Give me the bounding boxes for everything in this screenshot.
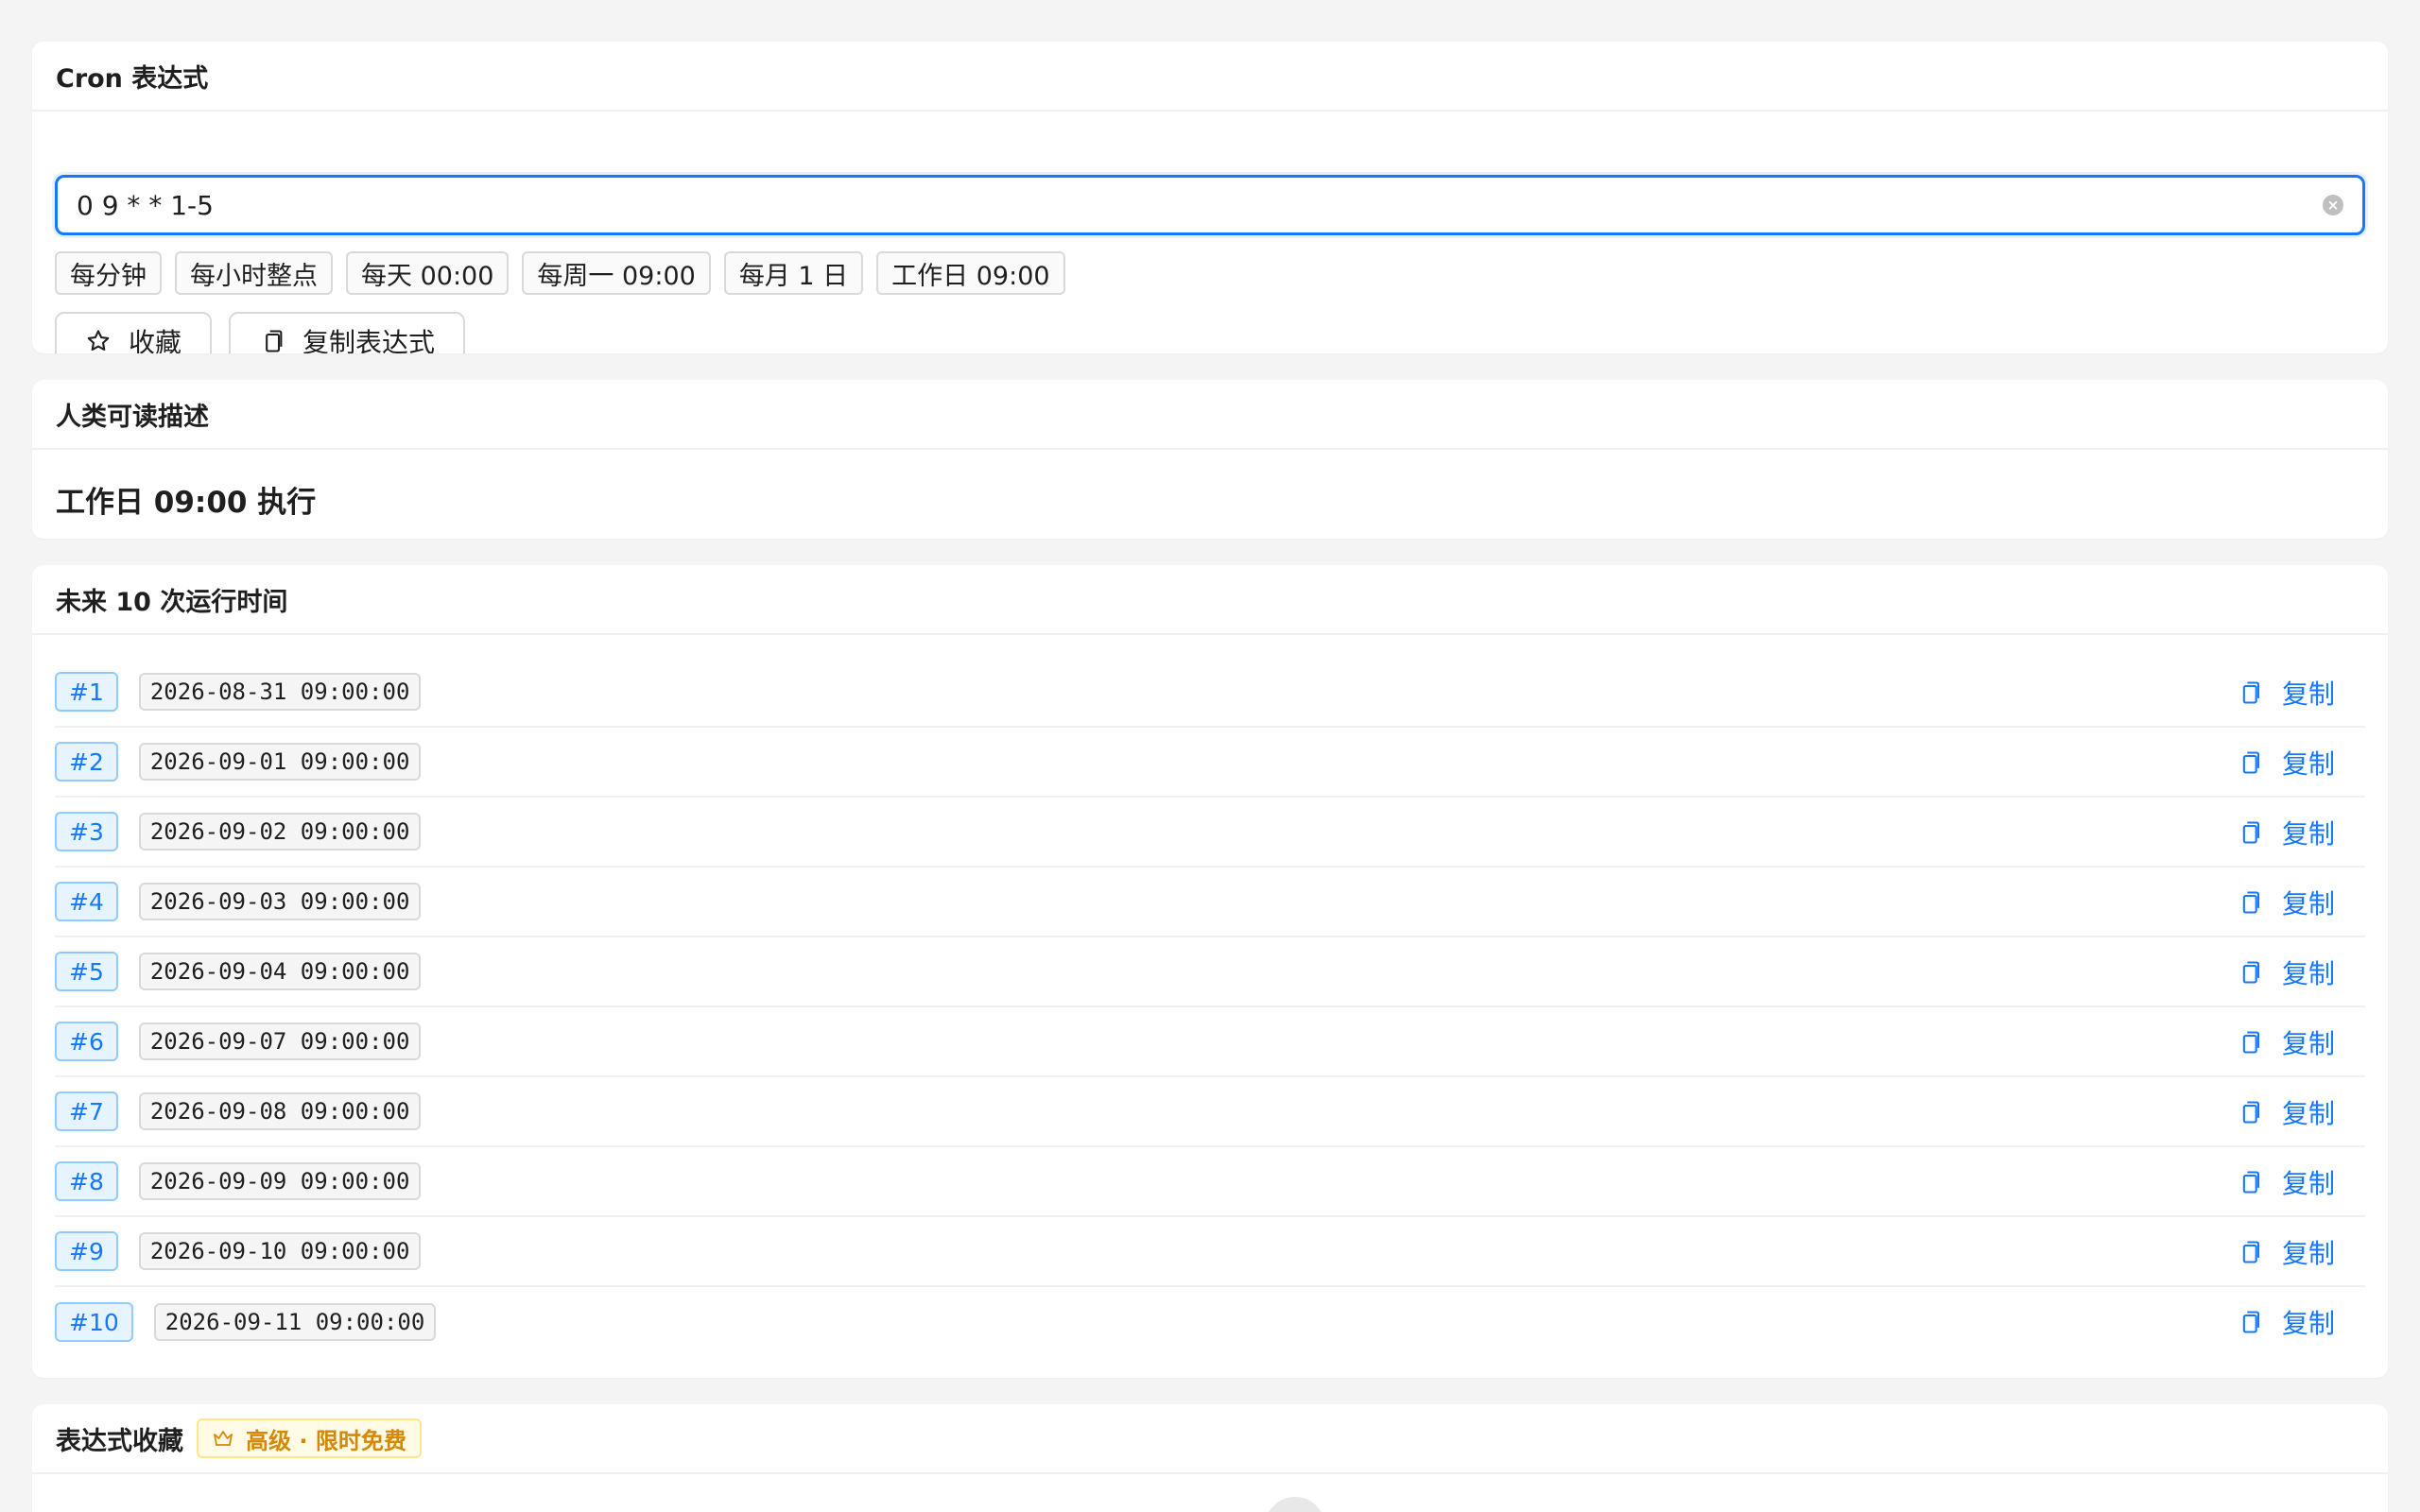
copy-expression-button[interactable]: 复制表达式	[229, 312, 466, 353]
run-time: 2026-09-04 09:00:00	[138, 953, 422, 990]
copy-run-button[interactable]: 复制	[2238, 868, 2335, 937]
page: Cron 表达式 × 每分钟 每小时整点 每天 00:00 每周一 09:00 …	[0, 0, 2420, 1512]
copy-icon	[2242, 821, 2260, 844]
copy-run-button[interactable]: 复制	[2238, 1077, 2335, 1147]
run-index-badge: #2	[55, 742, 118, 782]
cron-actions: 收藏 复制表达式	[55, 312, 466, 353]
copy-run-label: 复制	[2281, 958, 2335, 989]
run-row: #2 2026-09-01 09:00:00 复制	[55, 728, 2365, 798]
copy-run-label: 复制	[2281, 1168, 2335, 1199]
preset-every-day[interactable]: 每天 00:00	[346, 251, 510, 295]
cron-expression-input[interactable]	[77, 189, 2323, 221]
clear-icon[interactable]: ×	[2323, 195, 2343, 215]
copy-run-label: 复制	[2281, 1028, 2335, 1059]
run-time: 2026-09-10 09:00:00	[138, 1232, 422, 1270]
copy-icon	[2242, 1171, 2260, 1194]
human-description: 工作日 09:00 执行	[56, 486, 317, 520]
run-index-badge: #5	[55, 952, 118, 991]
premium-badge: 高级 · 限时免费	[197, 1418, 422, 1458]
run-index-badge: #6	[55, 1022, 118, 1061]
run-time: 2026-09-11 09:00:00	[153, 1303, 437, 1341]
cron-input-container[interactable]: ×	[55, 175, 2365, 235]
copy-run-button[interactable]: 复制	[2238, 937, 2335, 1007]
copy-run-label: 复制	[2281, 1308, 2335, 1339]
copy-run-label: 复制	[2281, 1098, 2335, 1129]
run-row: #6 2026-09-07 09:00:00 复制	[55, 1007, 2365, 1077]
copy-run-label: 复制	[2281, 818, 2335, 850]
empty-state-icon	[1265, 1497, 1325, 1512]
run-index-badge: #9	[55, 1231, 118, 1271]
crown-icon	[214, 1431, 233, 1446]
run-row: #1 2026-08-31 09:00:00 复制	[55, 658, 2365, 728]
favorite-button[interactable]: 收藏	[55, 312, 213, 353]
run-row: #7 2026-09-08 09:00:00 复制	[55, 1077, 2365, 1147]
run-row: #9 2026-09-10 09:00:00 复制	[55, 1217, 2365, 1287]
copy-icon	[2242, 891, 2260, 914]
preset-monthly-first[interactable]: 每月 1 日	[723, 251, 864, 295]
human-readable-card: 人类可读描述 工作日 09:00 执行	[32, 380, 2388, 539]
copy-run-button[interactable]: 复制	[2238, 1147, 2335, 1217]
run-index-badge: #1	[55, 672, 118, 712]
copy-icon	[2242, 1101, 2260, 1124]
copy-run-label: 复制	[2281, 679, 2335, 710]
preset-every-monday[interactable]: 每周一 09:00	[522, 251, 711, 295]
runs-card-title: 未来 10 次运行时间	[32, 565, 2388, 635]
copy-run-button[interactable]: 复制	[2238, 728, 2335, 798]
run-row: #5 2026-09-04 09:00:00 复制	[55, 937, 2365, 1007]
copy-run-button[interactable]: 复制	[2238, 1007, 2335, 1077]
preset-list: 每分钟 每小时整点 每天 00:00 每周一 09:00 每月 1 日 工作日 …	[55, 251, 1065, 295]
run-index-badge: #8	[55, 1161, 118, 1201]
run-row: #4 2026-09-03 09:00:00 复制	[55, 868, 2365, 937]
favorites-card: 表达式收藏 高级 · 限时免费	[32, 1404, 2388, 1512]
copy-icon	[2242, 751, 2260, 774]
preset-every-hour[interactable]: 每小时整点	[175, 251, 333, 295]
run-row: #3 2026-09-02 09:00:00 复制	[55, 798, 2365, 868]
run-time: 2026-09-03 09:00:00	[138, 883, 422, 920]
copy-icon	[2242, 961, 2260, 984]
next-runs-card: 未来 10 次运行时间 #1 2026-08-31 09:00:00 复制 #2…	[32, 565, 2388, 1378]
run-time: 2026-09-08 09:00:00	[138, 1092, 422, 1130]
run-index-badge: #10	[55, 1302, 133, 1342]
copy-icon	[2242, 681, 2260, 704]
copy-run-button[interactable]: 复制	[2238, 658, 2335, 728]
cron-card-title: Cron 表达式	[32, 42, 2388, 112]
preset-every-minute[interactable]: 每分钟	[55, 251, 162, 295]
premium-badge-label: 高级 · 限时免费	[246, 1427, 406, 1454]
copy-icon	[266, 330, 283, 352]
run-index-badge: #7	[55, 1091, 118, 1131]
run-time: 2026-08-31 09:00:00	[138, 673, 422, 711]
run-time: 2026-09-07 09:00:00	[138, 1022, 422, 1060]
copy-icon	[2242, 1241, 2260, 1263]
copy-run-button[interactable]: 复制	[2238, 1287, 2335, 1357]
run-index-badge: #3	[55, 812, 118, 851]
copy-run-label: 复制	[2281, 748, 2335, 780]
run-row: #10 2026-09-11 09:00:00 复制	[55, 1287, 2365, 1357]
favorites-card-title: 表达式收藏	[56, 1426, 183, 1456]
favorites-card-header: 表达式收藏 高级 · 限时免费	[32, 1404, 2388, 1474]
cron-card: Cron 表达式 × 每分钟 每小时整点 每天 00:00 每周一 09:00 …	[32, 42, 2388, 353]
copy-run-label: 复制	[2281, 1238, 2335, 1269]
run-time: 2026-09-02 09:00:00	[138, 813, 422, 850]
copy-expression-label: 复制表达式	[302, 328, 436, 353]
run-time: 2026-09-01 09:00:00	[138, 743, 422, 781]
copy-run-button[interactable]: 复制	[2238, 798, 2335, 868]
copy-icon	[2242, 1311, 2260, 1333]
preset-workdays[interactable]: 工作日 09:00	[876, 251, 1065, 295]
copy-run-button[interactable]: 复制	[2238, 1217, 2335, 1287]
favorite-button-label: 收藏	[129, 328, 182, 353]
human-card-title: 人类可读描述	[32, 380, 2388, 450]
run-row: #8 2026-09-09 09:00:00 复制	[55, 1147, 2365, 1217]
run-time: 2026-09-09 09:00:00	[138, 1162, 422, 1200]
star-icon	[87, 330, 110, 352]
runs-list: #1 2026-08-31 09:00:00 复制 #2 2026-09-01 …	[55, 658, 2365, 1357]
copy-icon	[2242, 1031, 2260, 1054]
copy-run-label: 复制	[2281, 888, 2335, 919]
run-index-badge: #4	[55, 882, 118, 921]
